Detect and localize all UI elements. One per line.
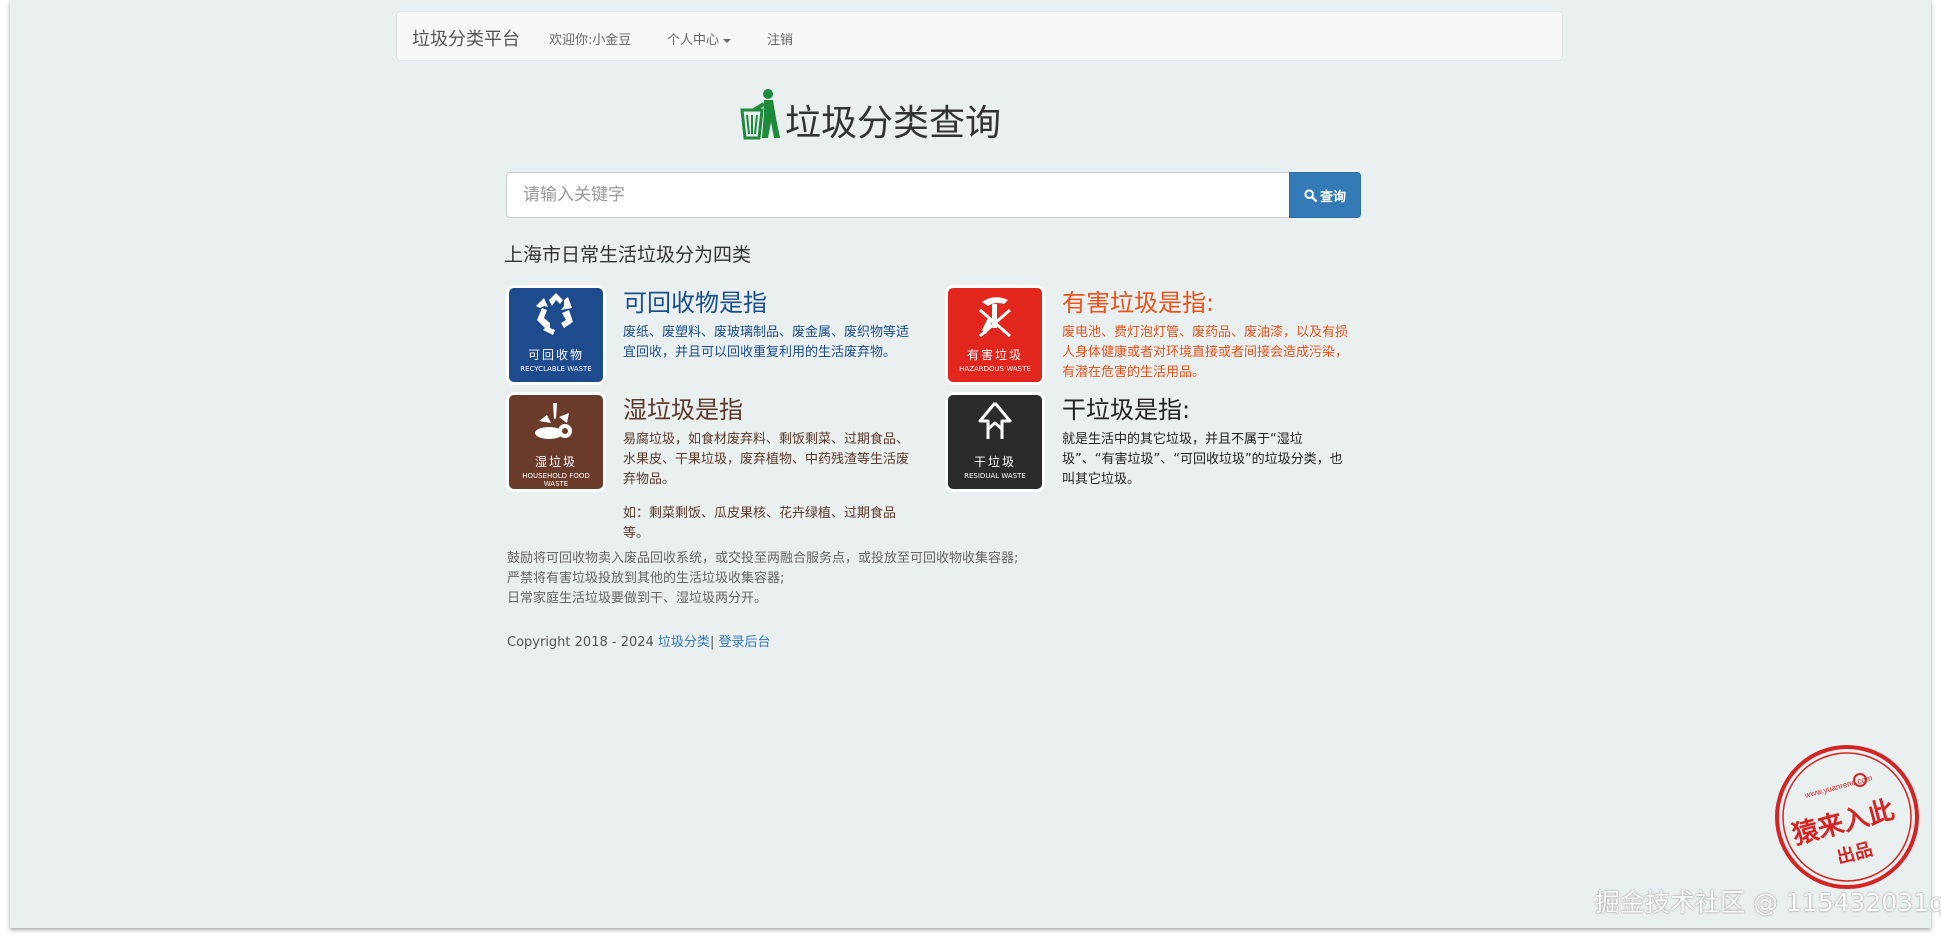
recyclable-heading: 可回收物是指 (623, 289, 767, 317)
recyclable-badge-en: RECYCLABLE WASTE (520, 365, 592, 373)
guidance-notes: 鼓励将可回收物卖入废品回收系统，或交投至两融合服务点，或投放至可回收物收集容器;… (507, 549, 1018, 609)
note-line: 日常家庭生活垃圾要做到干、湿垃圾两分开。 (507, 591, 768, 606)
note-line: 严禁将有害垃圾投放到其他的生活垃圾收集容器; (507, 571, 785, 586)
wet-badge: 湿垃圾 HOUSEHOLD FOOD WASTE (506, 392, 606, 492)
hazardous-badge-en: HAZARDOUS WASTE (959, 365, 1031, 373)
recycle-icon (536, 293, 573, 335)
yuanrenc-stamp-watermark: www.yuanrenc.com 猿来入此 出品 (1775, 745, 1919, 889)
search-icon (1304, 188, 1317, 202)
search-button[interactable]: 查询 (1289, 172, 1361, 218)
stamp-url: www.yuanrenc.com (1803, 773, 1874, 800)
note-line: 鼓励将可回收物卖入废品回收系统，或交投至两融合服务点，或投放至可回收物收集容器; (507, 551, 1019, 566)
nav-user-center-label: 个人中心 (667, 33, 720, 48)
search-form: 查询 (506, 172, 1361, 218)
dry-heading: 干垃圾是指: (1062, 396, 1191, 424)
wet-examples: 如：剩菜剩饭、瓜皮果核、花卉绿植、过期食品等。 (623, 506, 897, 541)
stamp-sub-text: 出品 (1834, 838, 1874, 869)
search-input[interactable] (506, 172, 1290, 218)
hazardous-badge: 有害垃圾 HAZARDOUS WASTE (945, 285, 1045, 385)
hazardous-icon (979, 297, 1011, 338)
caret-down-icon (723, 38, 732, 43)
wet-description: 易腐垃圾，如食材废弃料、剩饭剩菜、过期食品、水果皮、干果垃圾，废弃植物、中药残渣… (623, 432, 910, 487)
top-navbar: 垃圾分类平台 欢迎你:小金豆 个人中心 注销 (396, 11, 1563, 61)
dry-badge: 干垃圾 RESIDUAL WASTE (945, 392, 1045, 492)
wet-badge-cn: 湿垃圾 (534, 455, 577, 469)
dry-badge-cn: 干垃圾 (973, 455, 1016, 469)
wet-heading: 湿垃圾是指 (623, 396, 743, 424)
stamp-main-text: 猿来入此 (1788, 795, 1897, 851)
wet-badge-en: HOUSEHOLD FOOD WASTE (522, 472, 590, 488)
nav-user-center-dropdown[interactable]: 个人中心 (667, 29, 732, 48)
hazardous-badge-cn: 有害垃圾 (966, 348, 1023, 362)
site-credit-watermark: 掘金技术社区 @ 115432031q (1595, 888, 1941, 917)
browser-viewport: 垃圾分类平台 欢迎你:小金豆 个人中心 注销 垃圾分类查询 查询 上海市日常生活… (10, 0, 1941, 928)
food-waste-icon (535, 403, 572, 439)
dry-description: 就是生活中的其它垃圾，并且不属于“湿垃圾”、“有害垃圾”、“可回收垃圾”的垃圾分… (1062, 432, 1343, 487)
dry-badge-en: RESIDUAL WASTE (964, 472, 1026, 480)
hazardous-description: 废电池、费灯泡灯管、废药品、废油漆，以及有损人身体健康或者对环境直接或者间接会造… (1062, 325, 1349, 380)
recyclable-badge-cn: 可回收物 (527, 348, 584, 362)
footer-copyright: Copyright 2018 - 2024 垃圾分类| 登录后台 (507, 631, 770, 650)
nav-logout-link[interactable]: 注销 (767, 29, 793, 48)
footer-admin-login-link[interactable]: 登录后台 (718, 635, 770, 650)
page-title: 垃圾分类查询 (785, 103, 1002, 144)
residual-waste-icon (978, 402, 1012, 439)
trash-bin-person-icon (740, 89, 780, 140)
nav-welcome-user[interactable]: 欢迎你:小金豆 (549, 29, 631, 48)
recyclable-badge: 可回收物 RECYCLABLE WASTE (506, 285, 606, 385)
footer-site-link[interactable]: 垃圾分类 (658, 635, 710, 650)
search-button-label: 查询 (1319, 189, 1346, 205)
navbar-brand[interactable]: 垃圾分类平台 (412, 25, 520, 51)
recyclable-description: 废纸、废塑料、废玻璃制品、废金属、废织物等适宜回收，并且可以回收重复利用的生活废… (623, 325, 910, 360)
intro-text: 上海市日常生活垃圾分为四类 (504, 244, 752, 266)
hazardous-heading: 有害垃圾是指: (1062, 289, 1215, 317)
copyright-text: Copyright 2018 - 2024 (507, 635, 658, 650)
